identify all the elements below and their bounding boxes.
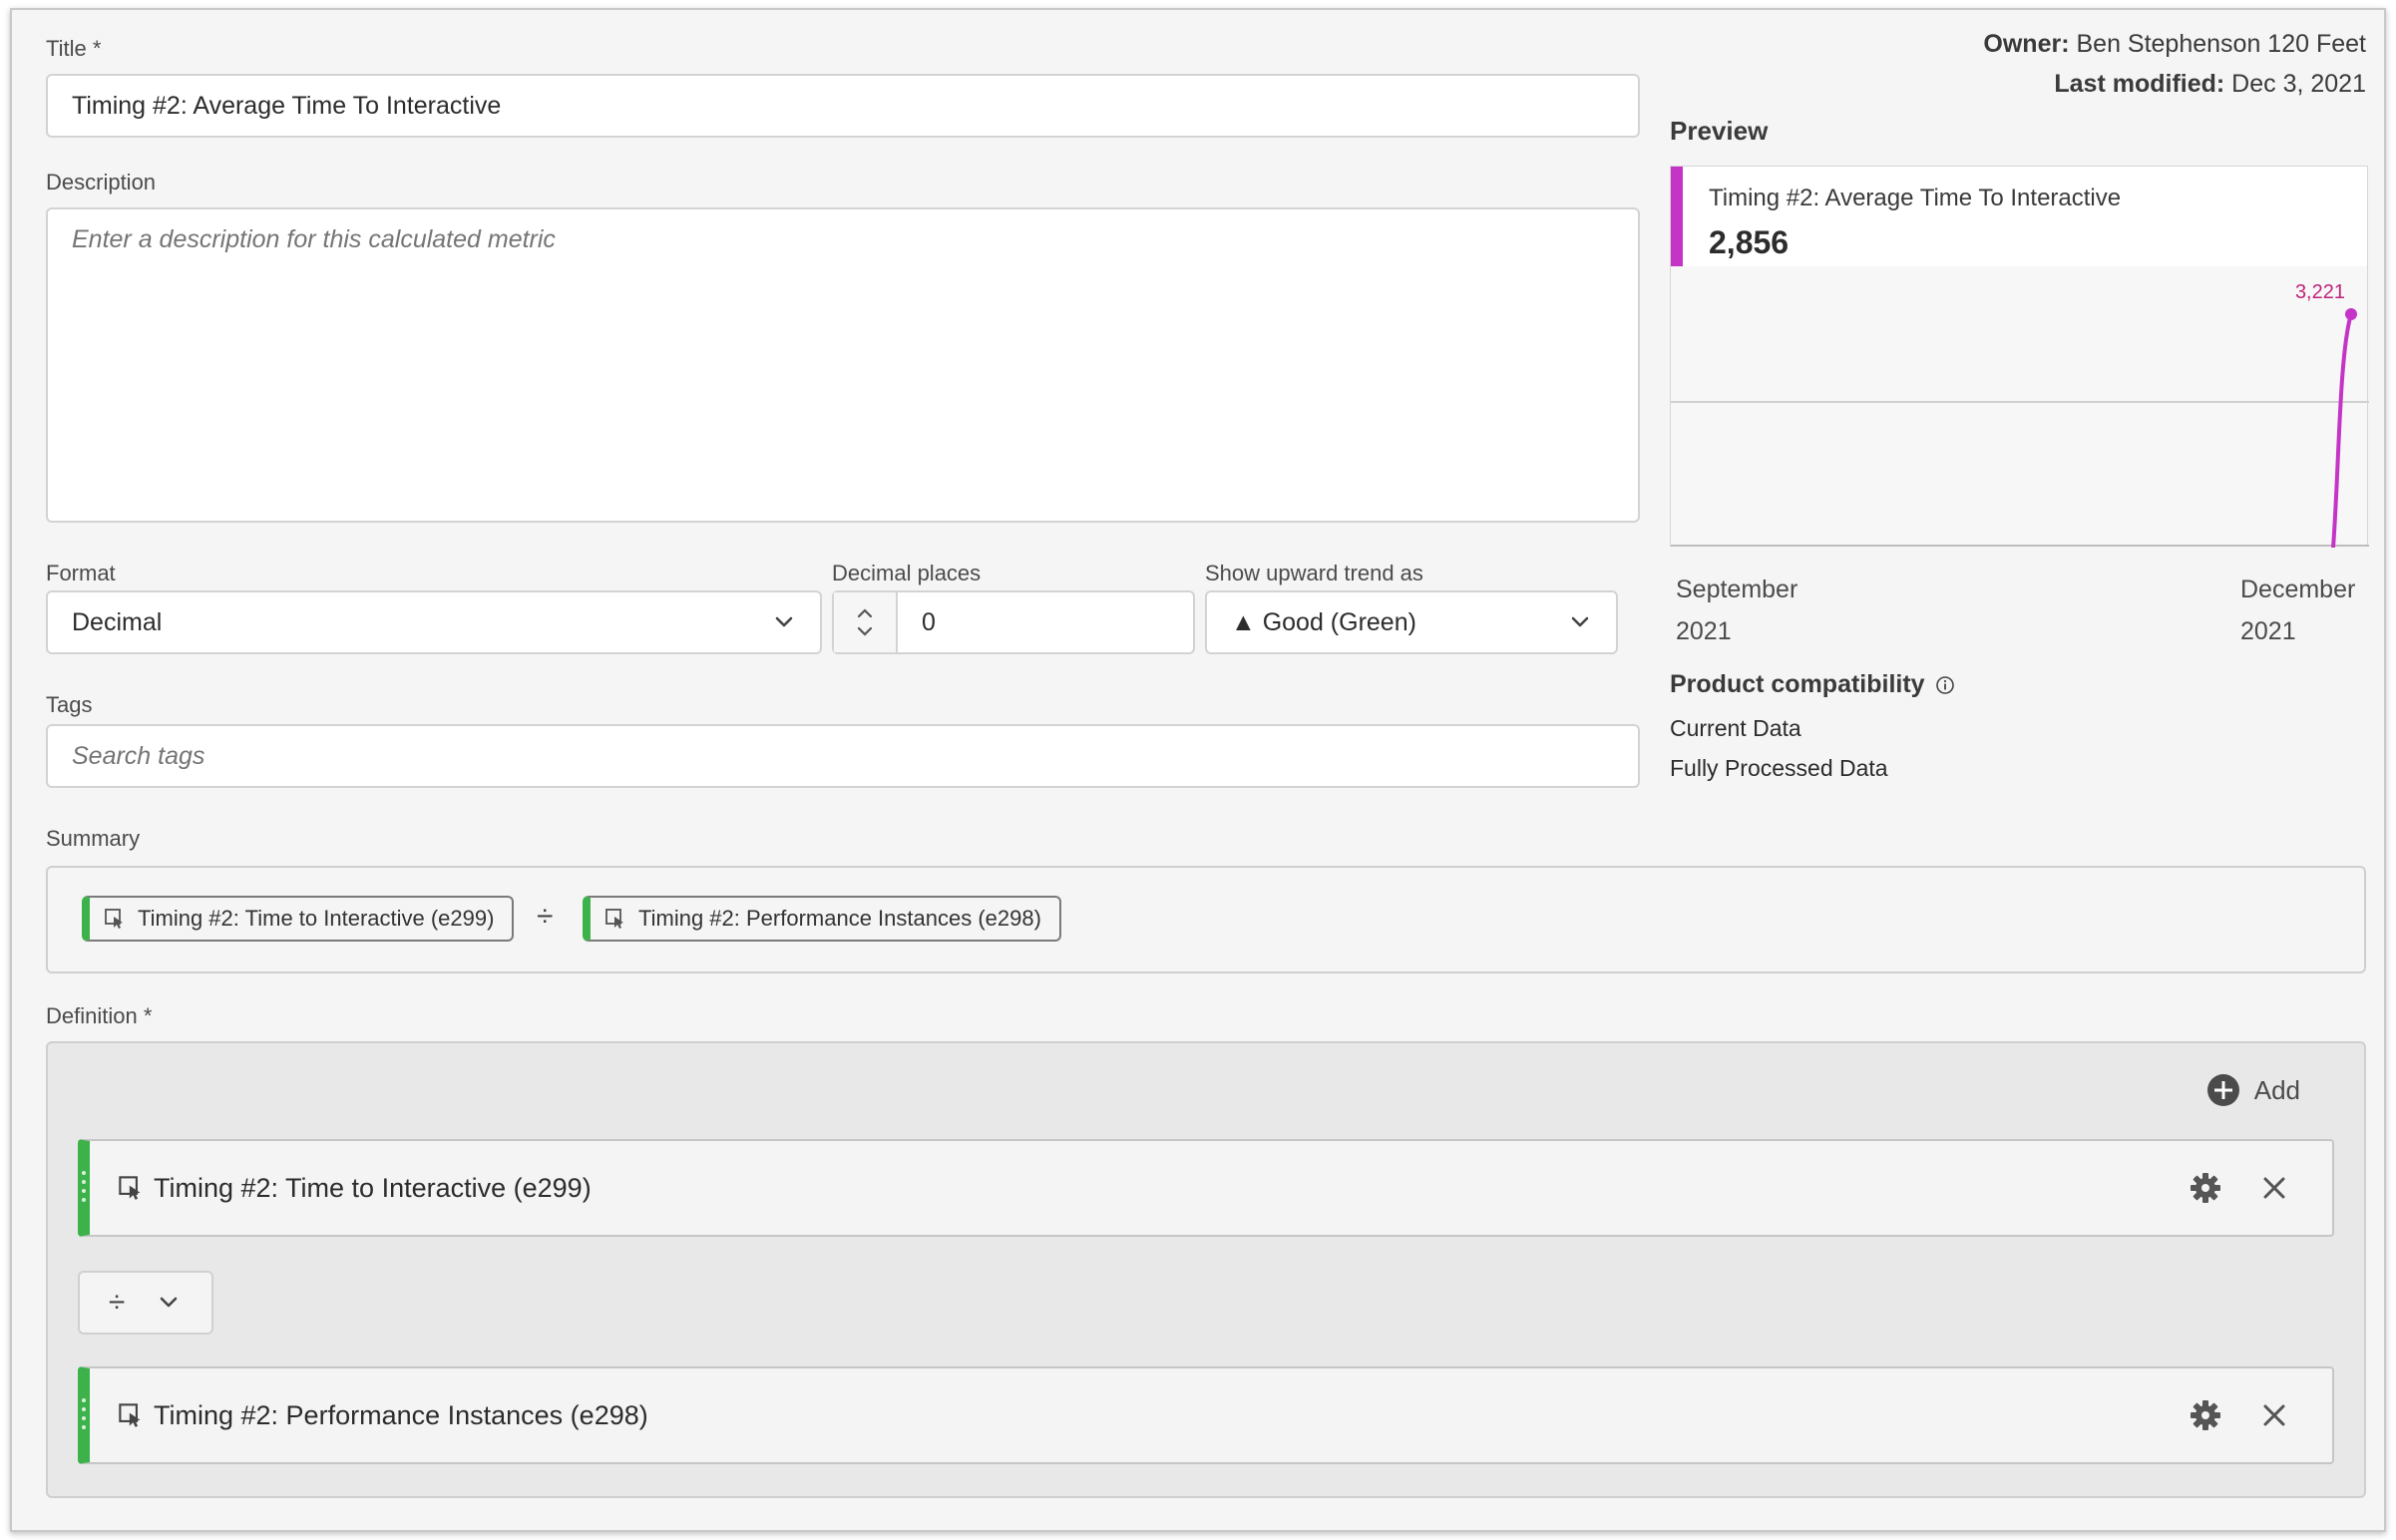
definition-canvas[interactable]: Add Timing #2: Time to Interactive (e299… [46, 1041, 2366, 1498]
preview-card: Timing #2: Average Time To Interactive 2… [1670, 166, 2369, 548]
preview-series-line [2331, 313, 2353, 548]
summary-left-metric-label: Timing #2: Time to Interactive (e299) [138, 906, 495, 931]
gear-icon[interactable] [2189, 1398, 2222, 1432]
format-label: Format [46, 561, 116, 585]
stepper-buttons [834, 592, 898, 652]
format-value: Decimal [72, 607, 163, 636]
row-actions [2189, 1398, 2288, 1432]
operator-select[interactable]: ÷ [78, 1271, 213, 1335]
preview-x-end-month: December [2240, 576, 2356, 603]
definition-metric-row[interactable]: Timing #2: Time to Interactive (e299) [78, 1139, 2334, 1237]
decimal-places-stepper[interactable]: 0 [832, 590, 1195, 654]
preview-sparkline: 3,221 [1671, 281, 2369, 548]
preview-x-start: September 2021 [1676, 569, 1797, 652]
summary-divide-operator: ÷ [537, 900, 554, 933]
preview-x-end-year: 2021 [2240, 617, 2296, 645]
summary-right-metric-label: Timing #2: Performance Instances (e298) [638, 906, 1041, 931]
tags-placeholder: Search tags [72, 741, 205, 770]
preview-metric-name: Timing #2: Average Time To Interactive [1709, 185, 2122, 211]
title-required-mark: * [92, 36, 102, 61]
preview-total: 2,856 [1709, 224, 1790, 260]
definition-metric-2-name: Timing #2: Performance Instances (e298) [154, 1399, 648, 1430]
tags-search-input[interactable]: Search tags [46, 724, 1640, 788]
title-label: Title * [46, 36, 101, 62]
chevron-down-icon [1571, 616, 1589, 627]
stepper-up-icon[interactable] [855, 607, 875, 619]
calculated-metric-builder: Title * Timing #2: Average Time To Inter… [10, 8, 2386, 1532]
compat-current-data: Current Data [1670, 715, 1801, 741]
metric-icon [105, 909, 123, 929]
decimal-places-value[interactable]: 0 [922, 608, 936, 637]
last-modified-value: Dec 3, 2021 [2231, 70, 2366, 98]
summary-chip-right-metric[interactable]: Timing #2: Performance Instances (e298) [583, 896, 1061, 942]
preview-x-end: December 2021 [2240, 569, 2355, 652]
upward-trend-label: Show upward trend as [1205, 561, 1423, 585]
drag-handle-icon[interactable] [82, 1398, 86, 1434]
preview-x-start-year: 2021 [1676, 617, 1732, 645]
preview-x-start-month: September [1676, 576, 1798, 603]
upward-trend-select[interactable]: ▲ Good (Green) [1205, 590, 1618, 654]
definition-metric-1-name: Timing #2: Time to Interactive (e299) [154, 1172, 592, 1203]
chevron-down-icon [775, 616, 793, 627]
last-modified-label: Last modified: [2054, 70, 2225, 98]
decimal-places-label: Decimal places [832, 561, 982, 585]
chevron-down-icon [160, 1297, 178, 1308]
summary-chip-left-metric[interactable]: Timing #2: Time to Interactive (e299) [82, 896, 515, 942]
definition-required-mark: * [143, 1003, 153, 1028]
format-select[interactable]: Decimal [46, 590, 822, 654]
product-compatibility-list: Current Data Fully Processed Data [1670, 708, 1888, 788]
preview-heading: Preview [1670, 116, 1769, 146]
add-button[interactable]: Add [2206, 1073, 2300, 1107]
title-label-text: Title [46, 36, 87, 61]
metric-icon [119, 1403, 141, 1427]
stepper-down-icon[interactable] [855, 625, 875, 637]
definition-label-text: Definition [46, 1003, 138, 1028]
description-input[interactable] [46, 207, 1640, 523]
close-icon[interactable] [2260, 1401, 2288, 1429]
owner-value: Ben Stephenson 120 Feet [2076, 30, 2366, 58]
gear-icon[interactable] [2189, 1171, 2222, 1205]
operator-divide-symbol: ÷ [108, 1286, 126, 1319]
compat-fully-processed-data: Fully Processed Data [1670, 755, 1888, 781]
product-compatibility-title: Product compatibility [1670, 670, 1925, 698]
close-icon[interactable] [2260, 1174, 2288, 1202]
preview-peak-label: 3,221 [2295, 281, 2345, 303]
add-button-label: Add [2253, 1074, 2300, 1105]
row-actions [2189, 1171, 2288, 1205]
owner-label: Owner: [1983, 30, 2070, 58]
last-modified-info: Last modified: Dec 3, 2021 [2054, 70, 2366, 99]
drag-handle-icon[interactable] [82, 1171, 86, 1207]
summary-box: Timing #2: Time to Interactive (e299) ÷ … [46, 866, 2366, 973]
summary-label: Summary [46, 826, 141, 851]
add-circle-icon [2206, 1074, 2239, 1106]
title-input[interactable]: Timing #2: Average Time To Interactive [46, 74, 1640, 138]
metric-icon [119, 1176, 141, 1200]
title-input-value: Timing #2: Average Time To Interactive [72, 91, 502, 120]
upward-trend-value: ▲ Good (Green) [1231, 607, 1416, 636]
product-compatibility-heading: Product compatibility [1670, 670, 1955, 699]
preview-peak-point [2345, 308, 2357, 320]
definition-label: Definition * [46, 1003, 152, 1029]
preview-header: Timing #2: Average Time To Interactive 2… [1671, 167, 2367, 266]
tags-label: Tags [46, 692, 93, 717]
definition-metric-row[interactable]: Timing #2: Performance Instances (e298) [78, 1366, 2334, 1464]
info-icon[interactable] [1935, 675, 1955, 695]
owner-info: Owner: Ben Stephenson 120 Feet [1983, 30, 2366, 59]
metric-icon [605, 909, 623, 929]
description-label: Description [46, 170, 157, 194]
